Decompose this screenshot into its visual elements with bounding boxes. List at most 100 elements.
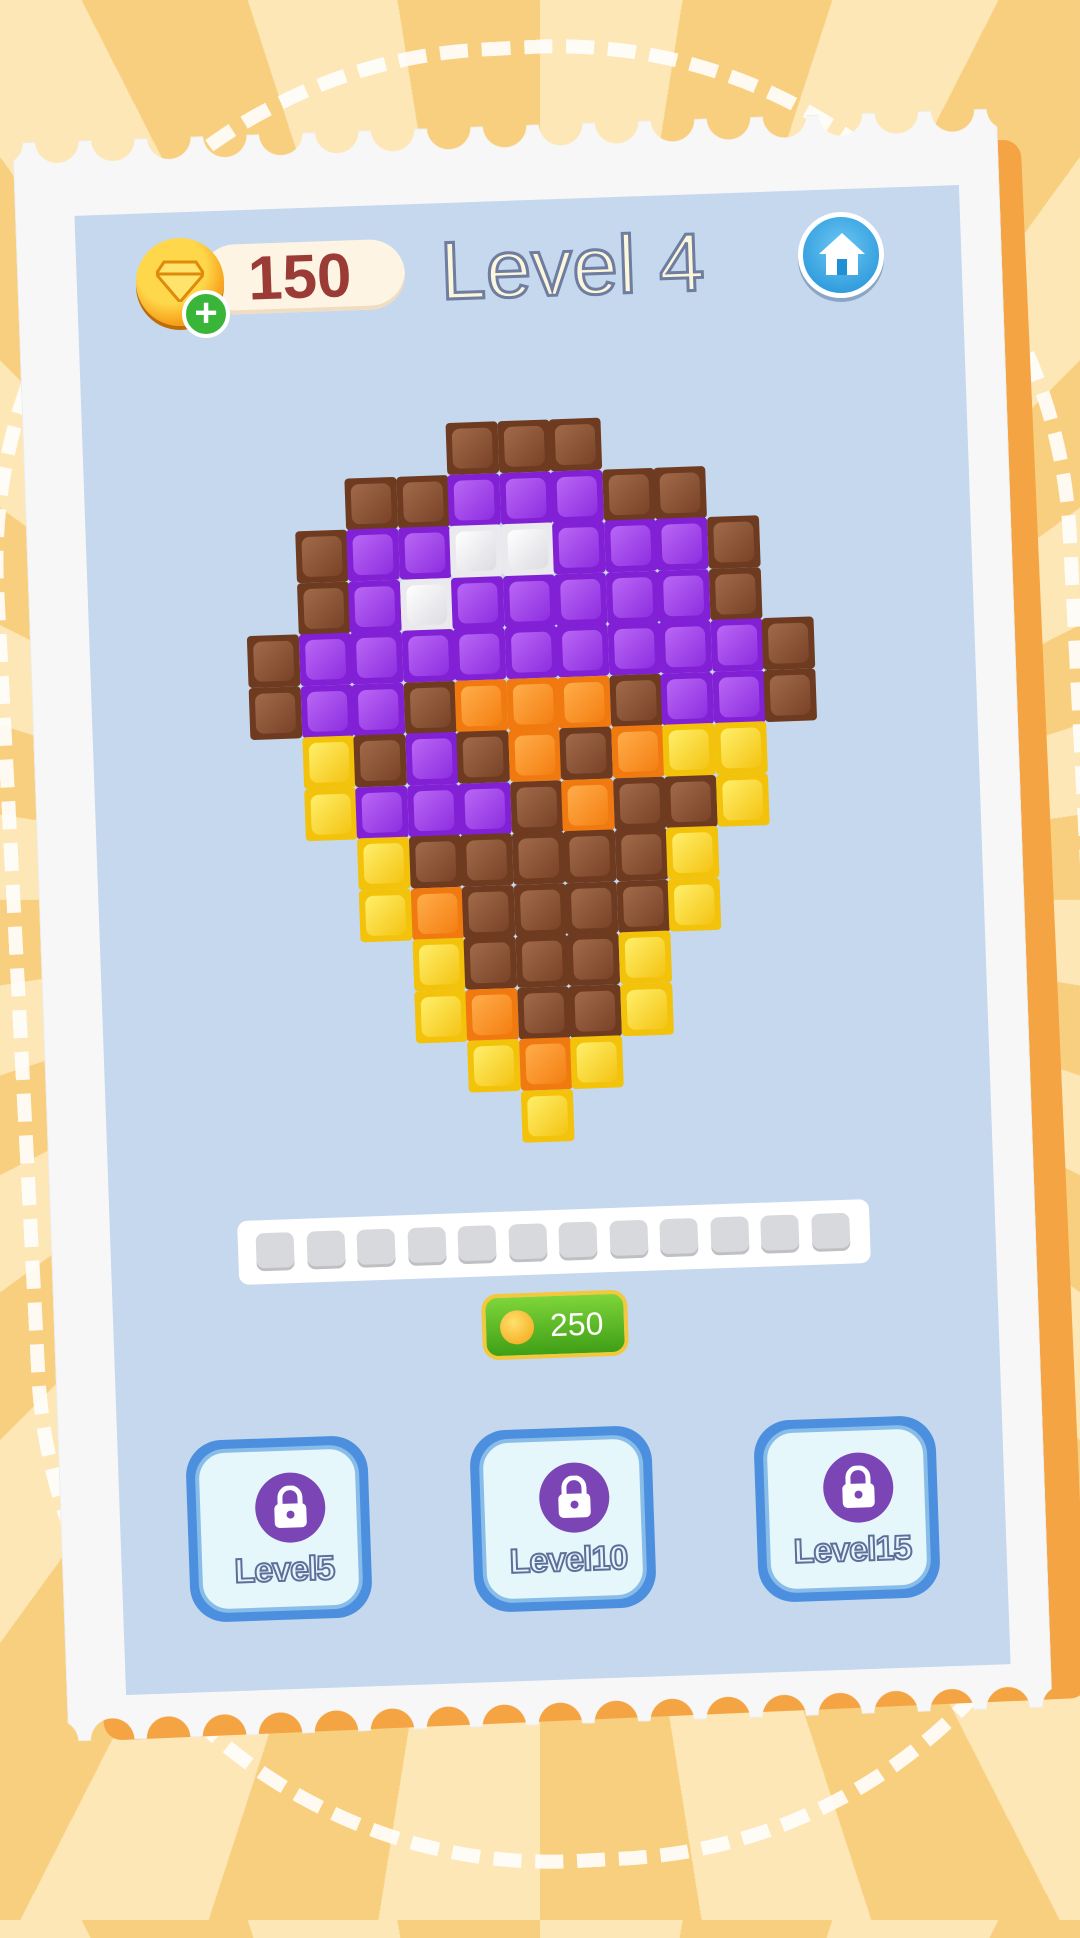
pixel-tile-brown[interactable]: [296, 581, 351, 635]
pixel-tile-yellow[interactable]: [303, 786, 358, 841]
pixel-tile-yellow[interactable]: [619, 982, 674, 1036]
pixel-tile-yellow[interactable]: [356, 836, 411, 891]
pixel-tile-brown[interactable]: [445, 421, 500, 476]
pixel-tile-orange[interactable]: [505, 676, 560, 731]
pixel-tile-brown[interactable]: [509, 779, 564, 834]
pixel-tile-orange[interactable]: [610, 724, 665, 779]
level-card-5[interactable]: Level5: [184, 1434, 374, 1624]
pixel-tile-yellow[interactable]: [617, 930, 672, 985]
pixel-tile-yellow[interactable]: [662, 722, 716, 777]
pixel-tile-orange[interactable]: [507, 728, 562, 783]
pixel-tile-purple[interactable]: [656, 568, 711, 623]
pixel-tile-brown[interactable]: [614, 827, 669, 882]
pixel-tile-purple[interactable]: [452, 627, 507, 681]
pixel-tile-purple[interactable]: [458, 781, 512, 836]
pixel-tile-yellow[interactable]: [413, 989, 468, 1044]
pixel-tile-brown[interactable]: [564, 880, 619, 935]
pixel-tile-purple[interactable]: [552, 520, 606, 575]
pixel-tile-purple[interactable]: [502, 573, 557, 628]
pixel-tile-yellow[interactable]: [715, 772, 770, 827]
pixel-tile-purple[interactable]: [605, 570, 660, 625]
pixel-tile-purple[interactable]: [654, 517, 709, 571]
pixel-tile-yellow[interactable]: [520, 1088, 575, 1143]
pixel-tile-yellow[interactable]: [569, 1035, 624, 1090]
pixel-tile-brown[interactable]: [246, 634, 301, 689]
pixel-tile-brown[interactable]: [708, 566, 763, 621]
pixel-tile-brown[interactable]: [496, 419, 551, 474]
pixel-tile-yellow[interactable]: [467, 1038, 521, 1093]
pixel-tile-brown[interactable]: [461, 884, 516, 939]
pixel-tile-purple[interactable]: [658, 619, 713, 674]
pixel-tile-brown[interactable]: [511, 831, 566, 886]
pixel-tile-yellow[interactable]: [665, 825, 720, 880]
pixel-tile-purple[interactable]: [298, 632, 353, 687]
pixel-tile-brown[interactable]: [395, 474, 450, 529]
pixel-tile-brown[interactable]: [459, 833, 514, 887]
pixel-tile-brown[interactable]: [463, 935, 518, 990]
pixel-tile-yellow[interactable]: [411, 937, 466, 992]
pixel-tile-orange[interactable]: [557, 675, 612, 729]
pixel-tile-brown[interactable]: [294, 529, 349, 584]
pixel-tile-brown[interactable]: [344, 476, 399, 531]
pixel-tile-purple[interactable]: [347, 579, 402, 634]
pixel-tile-orange[interactable]: [561, 777, 615, 832]
pixel-tile-purple[interactable]: [406, 783, 461, 838]
pixel-tile-purple[interactable]: [504, 625, 558, 680]
pixel-tile-purple[interactable]: [349, 630, 404, 685]
pixel-tile-purple[interactable]: [300, 684, 354, 738]
pixel-tile-brown[interactable]: [612, 776, 667, 830]
pixel-tile-purple[interactable]: [346, 527, 400, 582]
pixel-tile-brown[interactable]: [763, 667, 818, 722]
pixel-tile-brown[interactable]: [408, 834, 463, 889]
pixel-tile-purple[interactable]: [553, 572, 608, 626]
pixel-tile-brown[interactable]: [761, 616, 816, 671]
pixel-tile-brown[interactable]: [403, 680, 457, 735]
pixel-tile-brown[interactable]: [608, 673, 663, 728]
pixel-tile-brown[interactable]: [456, 730, 511, 784]
pixel-tile-brown[interactable]: [559, 726, 613, 781]
pixel-tile-orange[interactable]: [518, 1037, 573, 1091]
pixel-tile-white[interactable]: [449, 524, 503, 578]
pixel-art-board[interactable]: [0, 0, 1080, 1938]
pixel-tile-brown[interactable]: [568, 983, 622, 1038]
pixel-tile-brown[interactable]: [548, 417, 603, 472]
pixel-tile-purple[interactable]: [401, 628, 455, 683]
pixel-tile-purple[interactable]: [710, 618, 764, 672]
pixel-tile-brown[interactable]: [653, 465, 707, 520]
pixel-tile-purple[interactable]: [603, 518, 658, 573]
pixel-tile-purple[interactable]: [397, 526, 452, 580]
pixel-tile-purple[interactable]: [607, 621, 661, 676]
pixel-tile-purple[interactable]: [351, 682, 406, 736]
pixel-tile-orange[interactable]: [410, 886, 464, 941]
pixel-tile-orange[interactable]: [454, 678, 509, 733]
pixel-tile-purple[interactable]: [355, 785, 409, 839]
pixel-tile-brown[interactable]: [706, 515, 761, 569]
pixel-tile-brown[interactable]: [562, 829, 617, 884]
pixel-tile-purple[interactable]: [550, 469, 605, 523]
pixel-tile-brown[interactable]: [513, 882, 567, 937]
pixel-tile-purple[interactable]: [447, 472, 502, 527]
pixel-tile-purple[interactable]: [450, 575, 505, 630]
buy-button[interactable]: 250: [480, 1289, 630, 1361]
pixel-tile-yellow[interactable]: [713, 721, 768, 775]
pixel-tile-purple[interactable]: [555, 623, 610, 678]
pixel-tile-brown[interactable]: [248, 685, 303, 740]
pixel-tile-brown[interactable]: [616, 879, 670, 933]
pixel-tile-purple[interactable]: [660, 671, 715, 726]
pixel-tile-yellow[interactable]: [667, 877, 722, 932]
pixel-tile-brown[interactable]: [516, 985, 571, 1040]
level-card-10[interactable]: Level10: [468, 1424, 658, 1614]
pixel-tile-purple[interactable]: [498, 470, 553, 525]
pixel-tile-orange[interactable]: [465, 987, 520, 1042]
pixel-tile-brown[interactable]: [601, 467, 656, 522]
pixel-tile-white[interactable]: [399, 577, 454, 632]
pixel-tile-brown[interactable]: [566, 932, 621, 987]
pixel-tile-white[interactable]: [500, 522, 555, 577]
pixel-tile-purple[interactable]: [711, 669, 766, 724]
pixel-tile-brown[interactable]: [353, 733, 408, 788]
level-card-15[interactable]: Level15: [752, 1414, 942, 1604]
pixel-tile-yellow[interactable]: [301, 735, 356, 790]
pixel-tile-yellow[interactable]: [358, 888, 413, 942]
pixel-tile-purple[interactable]: [404, 731, 459, 786]
pixel-tile-brown[interactable]: [514, 934, 569, 988]
